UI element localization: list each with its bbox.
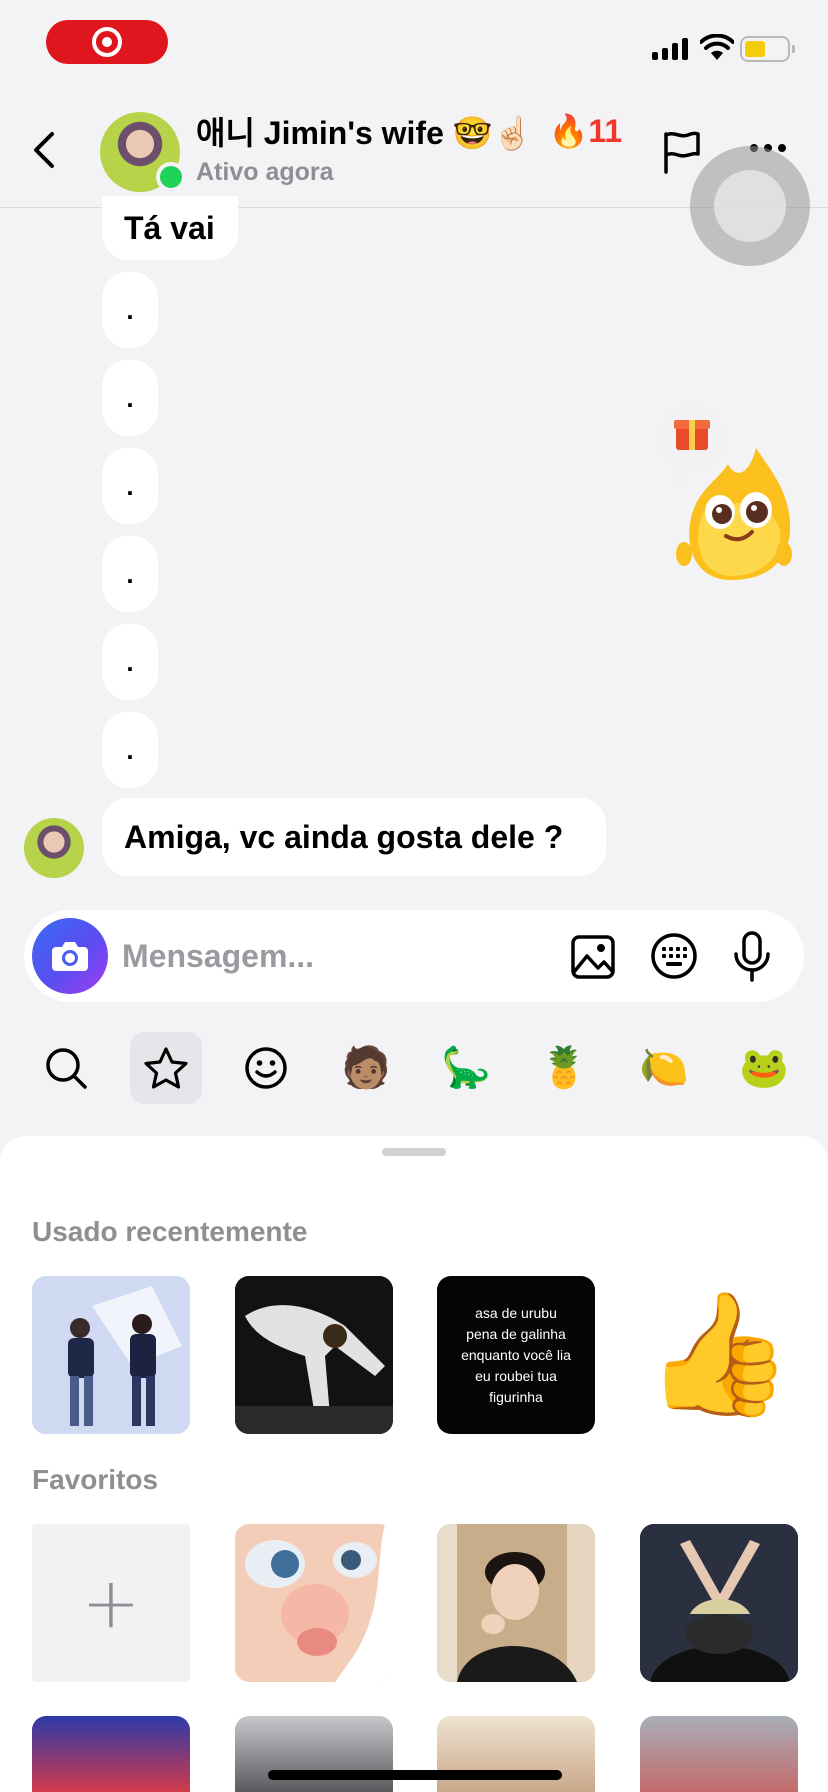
favorite-sticker[interactable] [640, 1524, 798, 1682]
smiley-icon [245, 1047, 287, 1089]
favorite-sticker[interactable] [32, 1716, 190, 1792]
person-image [437, 1524, 595, 1682]
battery-icon [740, 36, 795, 62]
back-button[interactable] [26, 128, 66, 172]
message-bubble[interactable]: . [102, 360, 158, 436]
tab-emoji[interactable] [230, 1032, 302, 1104]
star-icon [144, 1047, 188, 1089]
recent-section-title: Usado recentemente [32, 1216, 308, 1247]
flag-icon[interactable] [660, 128, 704, 176]
online-indicator [156, 162, 186, 192]
camera-button[interactable] [32, 918, 108, 994]
cellular-signal-icon [652, 38, 688, 60]
streak-count: 🔥11 [548, 113, 623, 149]
tab-sticker-pack[interactable]: 🧑🏽 [330, 1032, 402, 1104]
recent-sticker[interactable] [235, 1276, 393, 1434]
favorites-section-title: Favoritos [32, 1464, 159, 1495]
message-input[interactable] [122, 930, 482, 982]
microphone-icon[interactable] [732, 930, 772, 984]
record-icon [92, 27, 122, 57]
home-indicator[interactable] [268, 1770, 562, 1780]
tab-search[interactable] [30, 1032, 102, 1104]
contact-name[interactable]: 애니 Jimin's wife 🤓☝🏻 🔥11 [196, 108, 622, 154]
message-bubble[interactable]: . [102, 624, 158, 700]
add-favorite-button[interactable]: + [32, 1524, 190, 1682]
contact-avatar[interactable] [100, 112, 186, 194]
search-icon [46, 1048, 87, 1089]
message-bubble[interactable]: . [102, 448, 158, 524]
message-bubble[interactable]: Amiga, vc ainda gosta dele ? [102, 798, 606, 876]
contact-name-text: 애니 Jimin's wife 🤓☝🏻 [196, 115, 533, 151]
gift-mascot-sticker[interactable] [652, 404, 812, 584]
message-composer [24, 910, 804, 1002]
wifi-icon [700, 34, 734, 60]
tab-sticker-pack[interactable]: 🍋 [628, 1032, 700, 1104]
gallery-icon[interactable] [570, 934, 616, 980]
tab-sticker-pack[interactable]: 🦕 [430, 1032, 502, 1104]
sticker-category-tabs: 🧑🏽 🦕 🍍 🍋 🐸 [0, 1032, 828, 1104]
assistive-touch-button[interactable] [690, 146, 810, 266]
tab-favorites[interactable] [130, 1032, 202, 1104]
sender-avatar[interactable] [24, 818, 84, 878]
favorite-sticker[interactable] [437, 1716, 595, 1792]
dancer-image [235, 1276, 393, 1434]
praying-person-image [640, 1524, 798, 1682]
recent-sticker[interactable] [32, 1276, 190, 1434]
status-bar [0, 0, 828, 92]
sticker-panel: Usado recentemente asa de urubu pena de … [0, 1136, 828, 1792]
message-bubble[interactable]: . [102, 272, 158, 348]
sticker-keyboard-icon[interactable] [650, 932, 698, 980]
contact-status: Ativo agora [196, 158, 334, 186]
camera-icon [52, 942, 88, 971]
message-bubble[interactable]: . [102, 536, 158, 612]
dancers-image [32, 1276, 190, 1434]
screen-record-indicator[interactable] [46, 20, 168, 64]
panel-drag-handle[interactable] [382, 1148, 446, 1156]
favorite-sticker[interactable] [235, 1524, 393, 1682]
message-bubble[interactable]: Tá vai [102, 196, 238, 260]
favorite-sticker[interactable] [437, 1524, 595, 1682]
tab-sticker-pack[interactable]: 🍍 [528, 1032, 600, 1104]
message-bubble[interactable]: . [102, 712, 158, 788]
baby-face-image [235, 1524, 393, 1682]
plus-icon: + [81, 1562, 141, 1644]
favorite-sticker[interactable] [640, 1716, 798, 1792]
tab-sticker-pack[interactable]: 🐸 [728, 1032, 800, 1104]
text-sticker[interactable]: asa de urubu pena de galinha enquanto vo… [437, 1276, 595, 1434]
favorite-sticker[interactable] [235, 1716, 393, 1792]
thumbs-up-sticker[interactable]: 👍 [640, 1276, 798, 1434]
